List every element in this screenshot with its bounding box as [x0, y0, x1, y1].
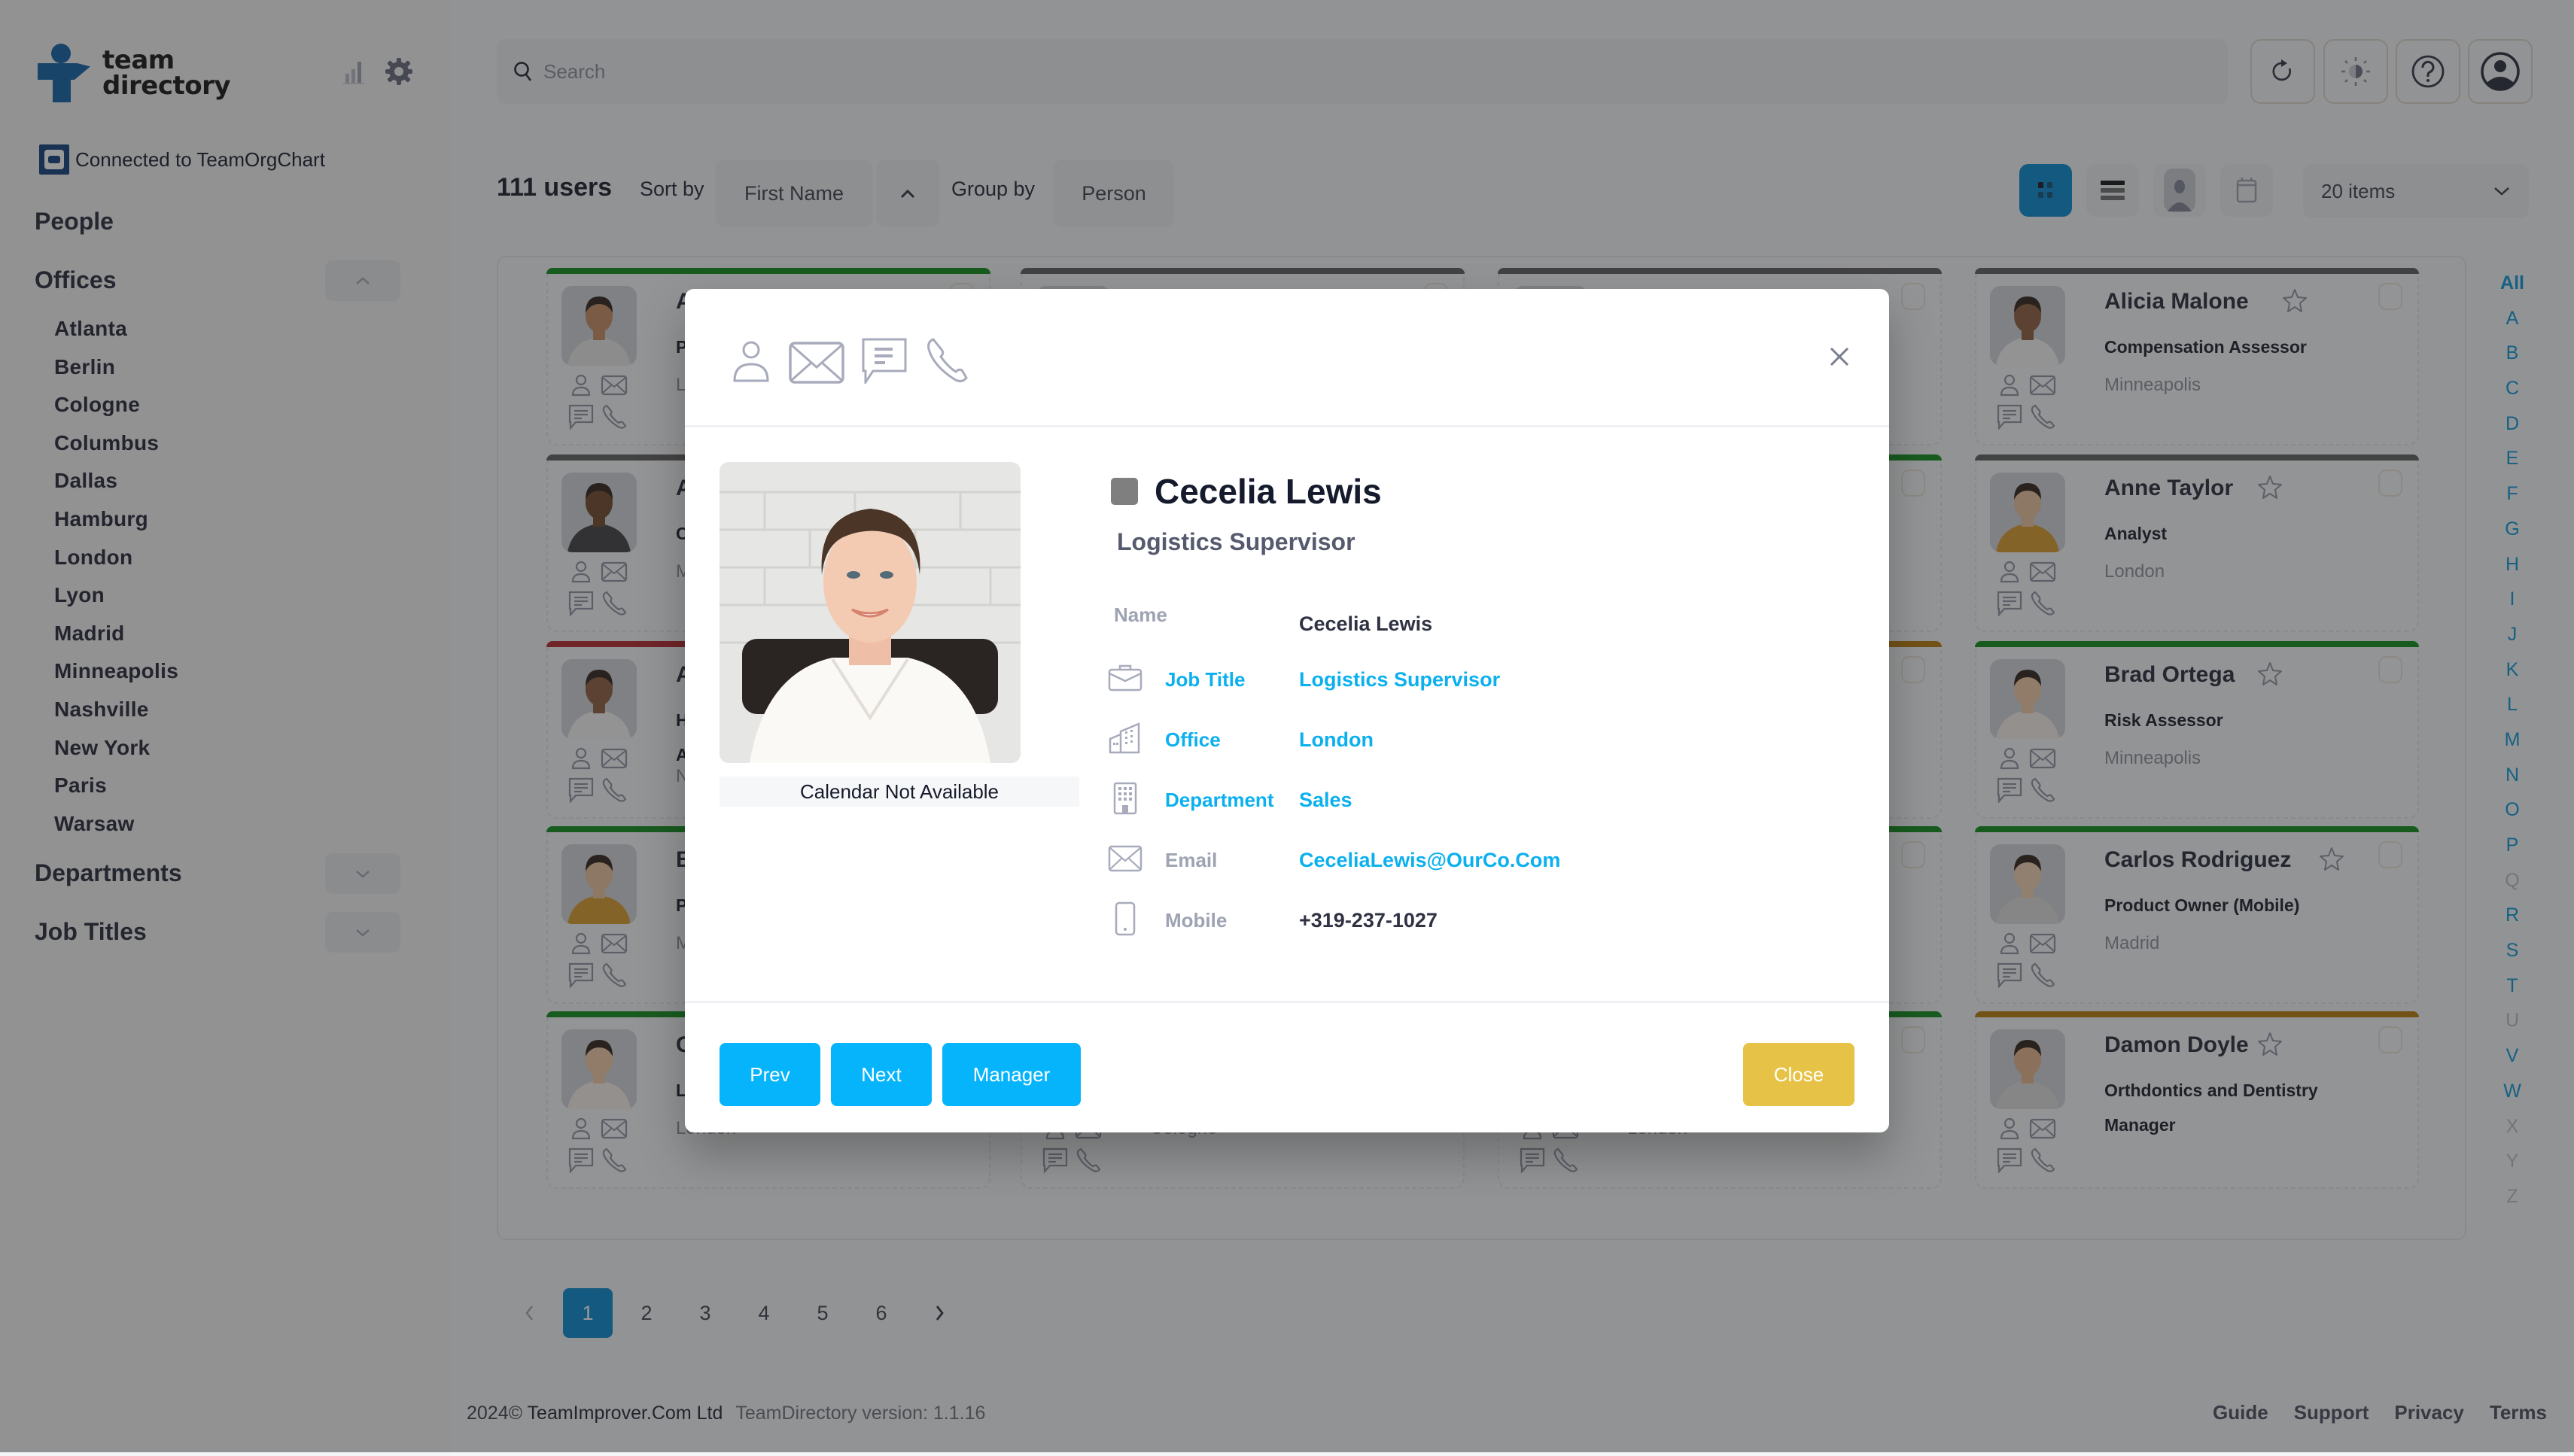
office-value-link[interactable]: London	[1299, 728, 1374, 752]
email-icon	[1106, 840, 1144, 877]
close-button[interactable]: Close	[1743, 1043, 1854, 1106]
email-label: Email	[1165, 849, 1218, 871]
detail-row-mobile: Mobile +319-237-1027	[1106, 900, 1859, 945]
presence-status-indicator	[1111, 478, 1138, 505]
email-icon[interactable]	[789, 342, 844, 388]
manager-button[interactable]: Manager	[942, 1043, 1081, 1106]
prev-button[interactable]: Prev	[720, 1043, 820, 1106]
calendar-status: Calendar Not Available	[720, 777, 1079, 807]
modal-contact-actions	[730, 337, 969, 388]
department-icon	[1106, 780, 1144, 817]
office-filter-link[interactable]: Office	[1165, 728, 1221, 752]
job-title-value-link[interactable]: Logistics Supervisor	[1299, 668, 1500, 692]
modal-name-row: Cecelia Lewis	[1111, 471, 1382, 512]
detail-row-name: Name Cecelia Lewis	[1106, 603, 1859, 649]
modal-header	[685, 289, 1889, 427]
job-title-filter-link[interactable]: Job Title	[1165, 668, 1245, 692]
detail-label: Name	[1114, 603, 1167, 626]
detail-row-job-title: Job Title Logistics Supervisor	[1106, 659, 1859, 704]
email-link[interactable]: CeceliaLewis@OurCo.Com	[1299, 849, 1560, 872]
department-filter-link[interactable]: Department	[1165, 789, 1273, 812]
briefcase-icon	[1106, 659, 1144, 697]
mobile-label: Mobile	[1165, 909, 1228, 932]
phone-icon[interactable]	[924, 337, 969, 388]
chat-icon[interactable]	[861, 337, 908, 388]
person-photo	[720, 462, 1021, 763]
mobile-value: +319-237-1027	[1299, 909, 1438, 932]
detail-value: Cecelia Lewis	[1299, 612, 1433, 635]
detail-row-email: Email CeceliaLewis@OurCo.Com	[1106, 840, 1859, 885]
modal-person-name: Cecelia Lewis	[1155, 472, 1382, 511]
detail-row-office: Office London	[1106, 719, 1859, 764]
detail-row-department: Department Sales	[1106, 780, 1859, 825]
profile-icon[interactable]	[730, 339, 772, 388]
next-button[interactable]: Next	[831, 1043, 932, 1106]
department-value-link[interactable]: Sales	[1299, 789, 1352, 812]
building-icon	[1106, 719, 1144, 757]
modal-job-title: Logistics Supervisor	[1117, 528, 1355, 555]
person-detail-modal: Calendar Not Available Cecelia Lewis Log…	[685, 289, 1889, 1132]
modal-close-icon[interactable]	[1829, 346, 1850, 371]
mobile-icon	[1106, 900, 1144, 938]
